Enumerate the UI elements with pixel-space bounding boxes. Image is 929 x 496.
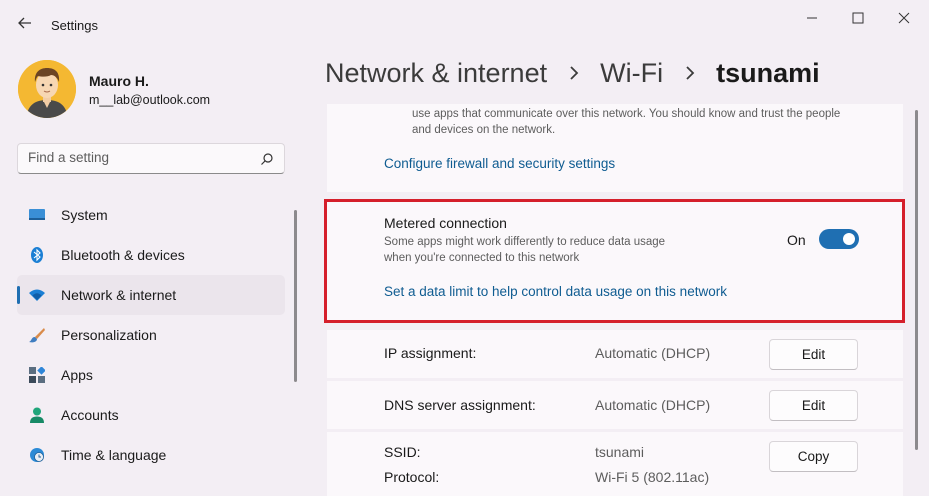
person-icon <box>30 407 44 423</box>
sidebar-item-time-language[interactable]: Time & language <box>17 435 285 475</box>
minimize-icon <box>807 17 817 19</box>
search-box[interactable] <box>17 143 285 174</box>
protocol-label: Protocol: <box>384 469 440 485</box>
metered-connection-card: Metered connection Some apps might work … <box>327 202 903 321</box>
search-icon[interactable] <box>260 152 274 166</box>
minimize-button[interactable] <box>792 4 832 32</box>
apps-icon <box>29 367 45 383</box>
metered-connection-toggle[interactable] <box>819 229 859 249</box>
chevron-right-icon <box>681 58 699 89</box>
avatar-image <box>18 60 76 118</box>
back-arrow-icon <box>18 17 31 29</box>
dns-assignment-label: DNS server assignment: <box>384 397 536 413</box>
brush-icon <box>29 328 45 343</box>
sidebar-item-label: Apps <box>61 367 93 383</box>
app-title: Settings <box>51 18 98 33</box>
search-input[interactable] <box>28 150 248 165</box>
bluetooth-icon <box>31 247 43 263</box>
user-name: Mauro H. <box>89 73 149 89</box>
chevron-right-icon <box>565 58 583 89</box>
ssid-label: SSID: <box>384 444 421 460</box>
close-button[interactable] <box>884 4 924 32</box>
metered-connection-title: Metered connection <box>384 215 507 231</box>
back-button[interactable] <box>14 12 36 34</box>
sidebar-scrollbar[interactable] <box>294 210 297 382</box>
edit-ip-button[interactable]: Edit <box>769 339 858 370</box>
sidebar-item-label: System <box>61 207 108 223</box>
page-title: tsunami <box>716 58 820 88</box>
globe-clock-icon <box>30 448 44 462</box>
data-limit-link[interactable]: Set a data limit to help control data us… <box>384 284 727 299</box>
sidebar-item-personalization[interactable]: Personalization <box>17 315 285 355</box>
sidebar-item-accounts[interactable]: Accounts <box>17 395 285 435</box>
sidebar-item-label: Time & language <box>61 447 167 463</box>
toggle-knob <box>843 233 855 245</box>
breadcrumb: Network & internet Wi-Fi tsunami <box>325 58 820 89</box>
ip-assignment-label: IP assignment: <box>384 345 477 361</box>
maximize-button[interactable] <box>838 4 878 32</box>
sidebar-item-network[interactable]: Network & internet <box>17 275 285 315</box>
ip-assignment-row: IP assignment: Automatic (DHCP) Edit <box>327 330 903 378</box>
configure-firewall-link[interactable]: Configure firewall and security settings <box>384 156 615 171</box>
title-bar: Settings <box>0 0 929 40</box>
edit-dns-button[interactable]: Edit <box>769 390 858 421</box>
breadcrumb-network[interactable]: Network & internet <box>325 58 547 88</box>
sidebar-item-label: Bluetooth & devices <box>61 247 185 263</box>
network-properties-row: SSID: tsunami Copy Protocol: Wi-Fi 5 (80… <box>327 432 903 496</box>
wifi-icon <box>29 289 45 301</box>
metered-connection-description: Some apps might work differently to redu… <box>384 236 666 264</box>
sidebar-item-label: Network & internet <box>61 287 177 303</box>
network-profile-card: use apps that communicate over this netw… <box>327 104 903 192</box>
sidebar-item-label: Accounts <box>61 407 119 423</box>
content-scrollbar[interactable] <box>915 110 918 450</box>
maximize-icon <box>852 12 864 24</box>
monitor-icon <box>29 209 45 220</box>
toggle-state-label: On <box>787 232 806 248</box>
sidebar-item-system[interactable]: System <box>17 195 285 235</box>
ssid-value: tsunami <box>595 444 645 460</box>
protocol-value: Wi-Fi 5 (802.11ac) <box>595 469 710 485</box>
sidebar-item-label: Personalization <box>61 327 157 343</box>
copy-button[interactable]: Copy <box>769 441 858 472</box>
sidebar-nav: System Bluetooth & devices Network & int… <box>17 195 285 475</box>
avatar <box>18 60 76 118</box>
breadcrumb-wifi[interactable]: Wi-Fi <box>600 58 663 88</box>
dns-assignment-value: Automatic (DHCP) <box>595 397 711 413</box>
sidebar-item-bluetooth[interactable]: Bluetooth & devices <box>17 235 285 275</box>
dns-assignment-row: DNS server assignment: Automatic (DHCP) … <box>327 381 903 429</box>
firewall-description: use apps that communicate over this netw… <box>412 108 841 136</box>
active-indicator <box>17 286 20 304</box>
sidebar-item-apps[interactable]: Apps <box>17 355 285 395</box>
close-icon <box>898 12 910 24</box>
ip-assignment-value: Automatic (DHCP) <box>595 345 711 361</box>
user-email: m__lab@outlook.com <box>89 93 211 107</box>
